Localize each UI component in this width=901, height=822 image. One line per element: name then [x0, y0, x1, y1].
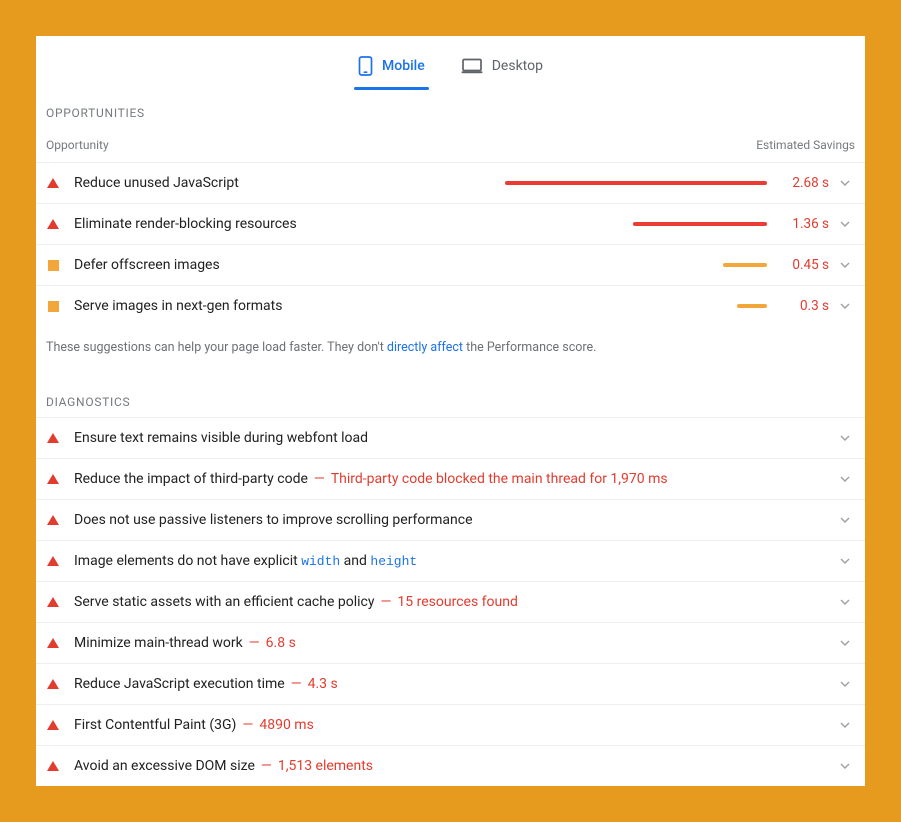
diagnostic-sub: 4890 ms	[259, 717, 313, 733]
device-tabs: Mobile Desktop	[36, 36, 865, 90]
diagnostic-label-part: Image elements do not have explicit	[74, 553, 301, 569]
chevron-down-icon	[835, 435, 855, 441]
code-height: height	[370, 554, 417, 569]
dash-separator: —	[291, 676, 302, 692]
opportunity-label: Reduce unused JavaScript	[74, 175, 239, 191]
triangle-red-icon	[46, 515, 60, 525]
tab-mobile-label: Mobile	[382, 58, 425, 74]
diagnostic-sub: 4.3 s	[308, 676, 338, 692]
chevron-down-icon	[835, 722, 855, 728]
diagnostic-label: Does not use passive listeners to improv…	[74, 512, 473, 528]
opportunity-label: Serve images in next-gen formats	[74, 298, 282, 314]
triangle-red-icon	[46, 474, 60, 484]
diagnostic-label: Ensure text remains visible during webfo…	[74, 430, 368, 446]
tab-desktop-label: Desktop	[492, 58, 543, 74]
chevron-down-icon	[835, 681, 855, 687]
diagnostic-label: Avoid an excessive DOM size	[74, 758, 255, 774]
performance-panel: Mobile Desktop OPPORTUNITIES Opportunity…	[36, 36, 865, 786]
diagnostic-label: First Contentful Paint (3G)	[74, 717, 236, 733]
opportunities-footnote: These suggestions can help your page loa…	[36, 326, 865, 379]
chevron-down-icon	[835, 599, 855, 605]
tab-desktop[interactable]: Desktop	[457, 52, 547, 90]
diagnostic-sub: 1,513 elements	[278, 758, 373, 774]
square-amber-icon	[46, 301, 60, 312]
savings-value: 2.68 s	[775, 175, 829, 191]
savings-bar-area	[282, 304, 775, 308]
opportunity-label: Defer offscreen images	[74, 257, 220, 273]
diagnostic-label-part: and	[340, 553, 370, 569]
diagnostic-row[interactable]: Minimize main-thread work — 6.8 s	[36, 622, 865, 663]
opportunity-label: Eliminate render-blocking resources	[74, 216, 297, 232]
diagnostic-row[interactable]: Serve static assets with an efficient ca…	[36, 581, 865, 622]
dash-separator: —	[249, 635, 260, 651]
dash-separator: —	[261, 758, 272, 774]
savings-value: 0.45 s	[775, 257, 829, 273]
mobile-icon	[358, 56, 373, 76]
desktop-icon	[461, 58, 483, 74]
footnote-text: These suggestions can help your page loa…	[46, 340, 387, 355]
diagnostic-sub: Third-party code blocked the main thread…	[331, 471, 668, 487]
diagnostic-label: Reduce the impact of third-party code	[74, 471, 308, 487]
chevron-down-icon	[835, 303, 855, 309]
triangle-red-icon	[46, 761, 60, 771]
square-amber-icon	[46, 260, 60, 271]
tab-mobile[interactable]: Mobile	[354, 52, 429, 90]
triangle-red-icon	[46, 597, 60, 607]
opportunities-table-header: Opportunity Estimated Savings	[36, 128, 865, 162]
diagnostic-row[interactable]: Reduce JavaScript execution time — 4.3 s	[36, 663, 865, 704]
savings-bar-area	[239, 181, 775, 185]
chevron-down-icon	[835, 221, 855, 227]
footnote-text: the Performance score.	[463, 340, 596, 355]
triangle-red-icon	[46, 178, 60, 188]
opportunity-row[interactable]: Eliminate render-blocking resources 1.36…	[36, 203, 865, 244]
savings-bar	[633, 222, 767, 226]
dash-separator: —	[380, 594, 391, 610]
col-estimated-savings: Estimated Savings	[756, 138, 855, 152]
diagnostic-label: Minimize main-thread work	[74, 635, 243, 651]
savings-value: 0.3 s	[775, 298, 829, 314]
chevron-down-icon	[835, 558, 855, 564]
triangle-red-icon	[46, 679, 60, 689]
diagnostic-row[interactable]: First Contentful Paint (3G) — 4890 ms	[36, 704, 865, 745]
diagnostic-sub: 15 resources found	[397, 594, 517, 610]
opportunity-row[interactable]: Serve images in next-gen formats 0.3 s	[36, 285, 865, 326]
savings-bar	[723, 263, 767, 267]
col-opportunity: Opportunity	[46, 138, 109, 152]
savings-bar	[737, 304, 767, 308]
diagnostics-heading: DIAGNOSTICS	[36, 379, 865, 417]
chevron-down-icon	[835, 262, 855, 268]
code-width: width	[301, 554, 340, 569]
opportunity-row[interactable]: Defer offscreen images 0.45 s	[36, 244, 865, 285]
triangle-red-icon	[46, 556, 60, 566]
chevron-down-icon	[835, 517, 855, 523]
savings-bar-area	[297, 222, 775, 226]
savings-bar	[505, 181, 767, 185]
diagnostic-row[interactable]: Avoid an excessive DOM size — 1,513 elem…	[36, 745, 865, 786]
diagnostic-sub: 6.8 s	[266, 635, 296, 651]
triangle-red-icon	[46, 219, 60, 229]
dash-separator: —	[242, 717, 253, 733]
chevron-down-icon	[835, 180, 855, 186]
triangle-red-icon	[46, 638, 60, 648]
triangle-red-icon	[46, 433, 60, 443]
diagnostic-label: Reduce JavaScript execution time	[74, 676, 285, 692]
chevron-down-icon	[835, 476, 855, 482]
savings-value: 1.36 s	[775, 216, 829, 232]
opportunities-heading: OPPORTUNITIES	[36, 90, 865, 128]
diagnostic-label: Serve static assets with an efficient ca…	[74, 594, 374, 610]
chevron-down-icon	[835, 640, 855, 646]
diagnostic-row[interactable]: Reduce the impact of third-party code — …	[36, 458, 865, 499]
chevron-down-icon	[835, 763, 855, 769]
diagnostic-row[interactable]: Image elements do not have explicit widt…	[36, 540, 865, 581]
diagnostic-label: Image elements do not have explicit widt…	[74, 553, 417, 569]
savings-bar-area	[220, 263, 775, 267]
diagnostic-row[interactable]: Ensure text remains visible during webfo…	[36, 417, 865, 458]
diagnostic-row[interactable]: Does not use passive listeners to improv…	[36, 499, 865, 540]
footnote-link[interactable]: directly affect	[387, 340, 463, 355]
dash-separator: —	[314, 471, 325, 487]
opportunity-row[interactable]: Reduce unused JavaScript 2.68 s	[36, 162, 865, 203]
